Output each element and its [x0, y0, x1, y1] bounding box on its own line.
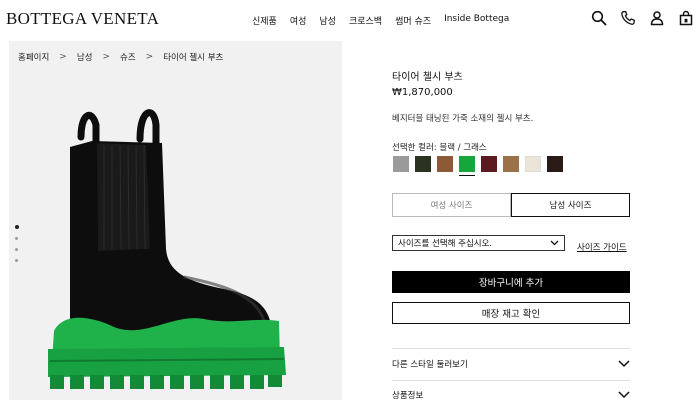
breadcrumb: 홈페이지 > 남성 > 슈즈 > 타이어 첼시 부츠: [18, 51, 223, 63]
accordion-product-info[interactable]: 상품정보: [392, 385, 630, 405]
breadcrumb-separator: >: [59, 52, 67, 62]
color-swatch[interactable]: [393, 156, 409, 172]
color-swatches: [393, 156, 563, 176]
breadcrumb-current: 타이어 첼시 부츠: [163, 53, 224, 63]
nav-item-women[interactable]: 여성: [290, 14, 307, 27]
account-icon[interactable]: [649, 10, 665, 26]
gallery-pagination: [15, 225, 19, 262]
color-swatch[interactable]: [525, 156, 541, 172]
site-header: BOTTEGA VENETA 신제품 여성 남성 크로스백 썸머 슈즈 Insi…: [0, 0, 700, 40]
search-icon[interactable]: [591, 10, 607, 26]
nav-item-inside-bottega[interactable]: Inside Bottega: [444, 14, 509, 27]
product-price: ₩1,870,000: [392, 87, 453, 98]
nav-item-new[interactable]: 신제품: [252, 14, 277, 27]
color-swatch[interactable]: [437, 156, 453, 172]
divider: [392, 348, 630, 349]
nav-item-summer-shoes[interactable]: 썸머 슈즈: [395, 14, 431, 27]
accordion-explore-styles[interactable]: 다른 스타일 둘러보기: [392, 354, 630, 374]
size-system-toggle: 여성 사이즈 남성 사이즈: [392, 193, 630, 217]
gallery-dot[interactable]: [15, 237, 18, 240]
product-image-boot: [48, 109, 286, 389]
color-swatch[interactable]: [459, 156, 475, 176]
chevron-down-icon: [550, 240, 559, 246]
women-size-tab[interactable]: 여성 사이즈: [392, 193, 511, 217]
breadcrumb-separator: >: [102, 52, 111, 62]
brand-logo[interactable]: BOTTEGA VENETA: [6, 9, 159, 29]
accordion-label: 다른 스타일 둘러보기: [392, 360, 468, 370]
selected-color-label: 선택한 컬러: 블랙 / 그래스: [392, 143, 487, 153]
shopping-bag-icon[interactable]: [678, 10, 694, 26]
phone-icon[interactable]: [620, 10, 636, 26]
main-nav: 신제품 여성 남성 크로스백 썸머 슈즈 Inside Bottega: [252, 14, 509, 27]
color-swatch[interactable]: [481, 156, 497, 172]
size-select-placeholder: 사이즈를 선택해 주십시오.: [398, 239, 493, 249]
size-select[interactable]: 사이즈를 선택해 주십시오.: [392, 235, 565, 251]
product-image-panel[interactable]: 홈페이지 > 남성 > 슈즈 > 타이어 첼시 부츠: [9, 41, 342, 400]
breadcrumb-shoes[interactable]: 슈즈: [120, 51, 136, 63]
nav-item-crossbody[interactable]: 크로스백: [349, 14, 382, 27]
gallery-dot[interactable]: [15, 225, 19, 229]
gallery-dot[interactable]: [15, 259, 18, 262]
size-guide-link[interactable]: 사이즈 가이드: [577, 241, 627, 253]
color-swatch[interactable]: [503, 156, 519, 172]
gallery-dot[interactable]: [15, 248, 18, 251]
check-store-stock-button[interactable]: 매장 재고 확인: [392, 302, 630, 324]
nav-item-men[interactable]: 남성: [319, 14, 336, 27]
chevron-down-icon: [618, 360, 630, 368]
header-icons: [591, 10, 694, 26]
breadcrumb-men[interactable]: 남성: [77, 51, 93, 63]
color-swatch[interactable]: [547, 156, 563, 172]
divider: [392, 380, 630, 381]
men-size-tab[interactable]: 남성 사이즈: [511, 193, 630, 217]
product-description: 베지터블 태닝된 가죽 소재의 첼시 부츠.: [392, 114, 534, 124]
chevron-down-icon: [618, 391, 630, 399]
breadcrumb-home[interactable]: 홈페이지: [18, 51, 49, 63]
breadcrumb-separator: >: [145, 52, 154, 62]
color-swatch[interactable]: [415, 156, 431, 172]
product-title: 타이어 첼시 부츠: [392, 72, 463, 83]
add-to-cart-button[interactable]: 장바구니에 추가: [392, 271, 630, 293]
accordion-label: 상품정보: [392, 391, 424, 401]
